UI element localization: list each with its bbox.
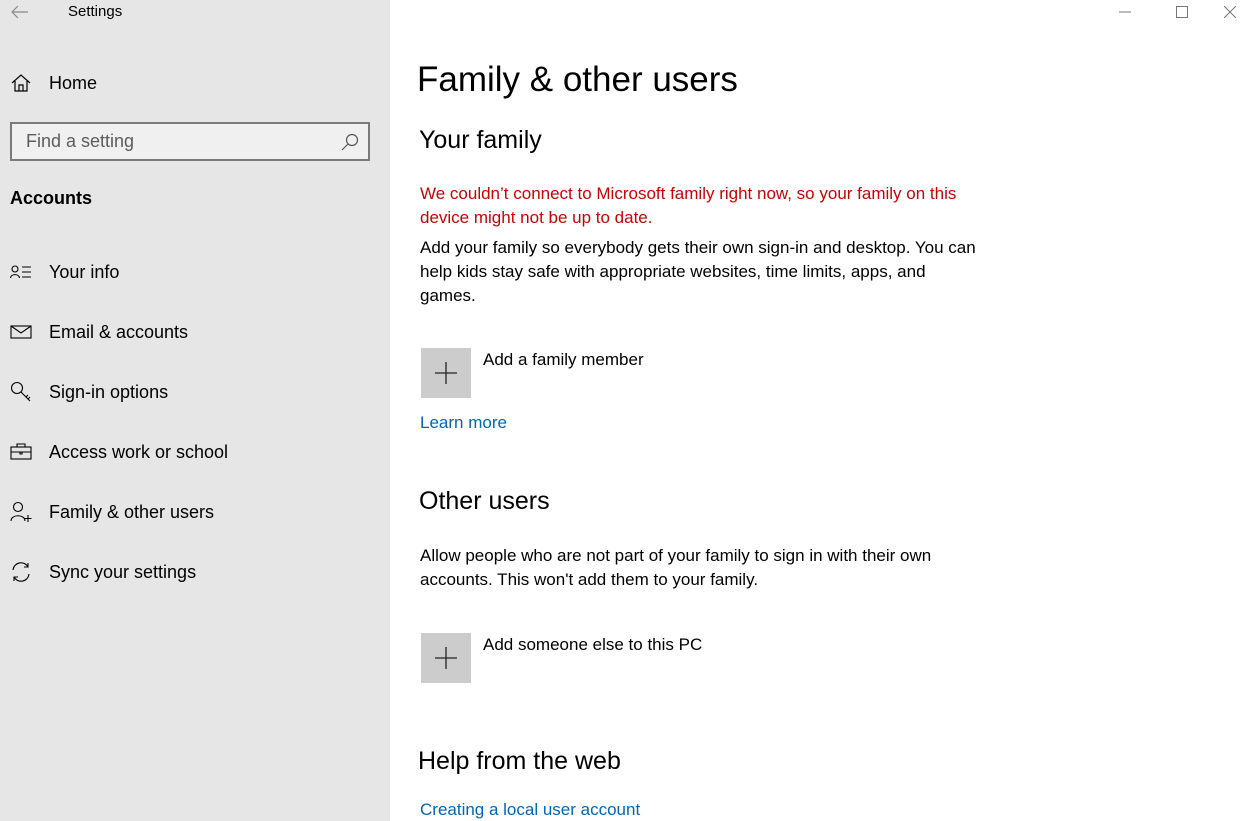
sidebar-item-email-accounts[interactable]: Email & accounts xyxy=(0,310,390,354)
close-button[interactable] xyxy=(1207,0,1253,24)
add-family-member-label: Add a family member xyxy=(483,350,644,369)
add-someone-else-button[interactable]: Add someone else to this PC xyxy=(421,633,741,683)
home-icon xyxy=(10,72,32,94)
sidebar-item-label: Family & other users xyxy=(49,501,215,522)
search-input[interactable] xyxy=(12,124,336,159)
sidebar-item-your-info[interactable]: Your info xyxy=(0,250,390,294)
sidebar-item-sign-in-options[interactable]: Sign-in options xyxy=(0,370,390,414)
page-title: Family & other users xyxy=(417,60,738,99)
close-icon xyxy=(1224,6,1236,18)
your-family-heading: Your family xyxy=(419,126,542,154)
add-person-icon xyxy=(10,501,32,523)
mail-icon xyxy=(10,321,32,343)
maximize-button[interactable] xyxy=(1159,0,1205,24)
sidebar-item-sync-settings[interactable]: Sync your settings xyxy=(0,550,390,594)
sidebar-item-label: Your info xyxy=(49,261,120,282)
sidebar-item-label: Sign-in options xyxy=(49,381,169,402)
add-family-member-button[interactable]: Add a family member xyxy=(421,348,721,398)
sidebar-item-access-work-school[interactable]: Access work or school xyxy=(0,430,390,474)
maximize-icon xyxy=(1176,6,1188,18)
help-from-web-heading: Help from the web xyxy=(418,747,621,775)
other-users-description: Allow people who are not part of your fa… xyxy=(420,546,932,589)
minimize-icon xyxy=(1119,11,1131,13)
sidebar-item-label: Email & accounts xyxy=(49,321,189,342)
sidebar-item-label: Home xyxy=(49,72,98,93)
key-icon xyxy=(10,381,32,403)
section-label-accounts: Accounts xyxy=(10,188,93,208)
briefcase-icon xyxy=(10,441,32,463)
back-arrow-icon xyxy=(11,5,28,19)
contact-info-icon xyxy=(10,261,32,283)
app-title: Settings xyxy=(68,3,123,20)
sidebar-item-label: Sync your settings xyxy=(49,561,197,582)
sidebar: Settings Home Accounts xyxy=(0,0,390,821)
add-someone-else-label: Add someone else to this PC xyxy=(483,635,703,654)
other-users-heading: Other users xyxy=(419,487,550,515)
search-box xyxy=(10,122,370,161)
creating-local-account-link[interactable]: Creating a local user account xyxy=(420,800,640,820)
sync-icon xyxy=(10,561,32,583)
learn-more-link[interactable]: Learn more xyxy=(420,413,507,433)
search-icon[interactable] xyxy=(340,132,360,152)
minimize-button[interactable] xyxy=(1102,0,1148,24)
sidebar-item-home[interactable]: Home xyxy=(0,64,390,102)
sidebar-item-label: Access work or school xyxy=(49,441,229,462)
add-tile xyxy=(421,633,471,683)
your-family-description: Add your family so everybody gets their … xyxy=(420,238,976,305)
sidebar-item-family-other-users[interactable]: Family & other users xyxy=(0,490,390,534)
add-tile xyxy=(421,348,471,398)
plus-icon xyxy=(435,362,457,384)
family-error-message: We couldn’t connect to Microsoft family … xyxy=(420,184,957,227)
back-button[interactable] xyxy=(8,0,32,24)
settings-window: Settings Home Accounts xyxy=(0,0,1253,821)
plus-icon xyxy=(435,647,457,669)
